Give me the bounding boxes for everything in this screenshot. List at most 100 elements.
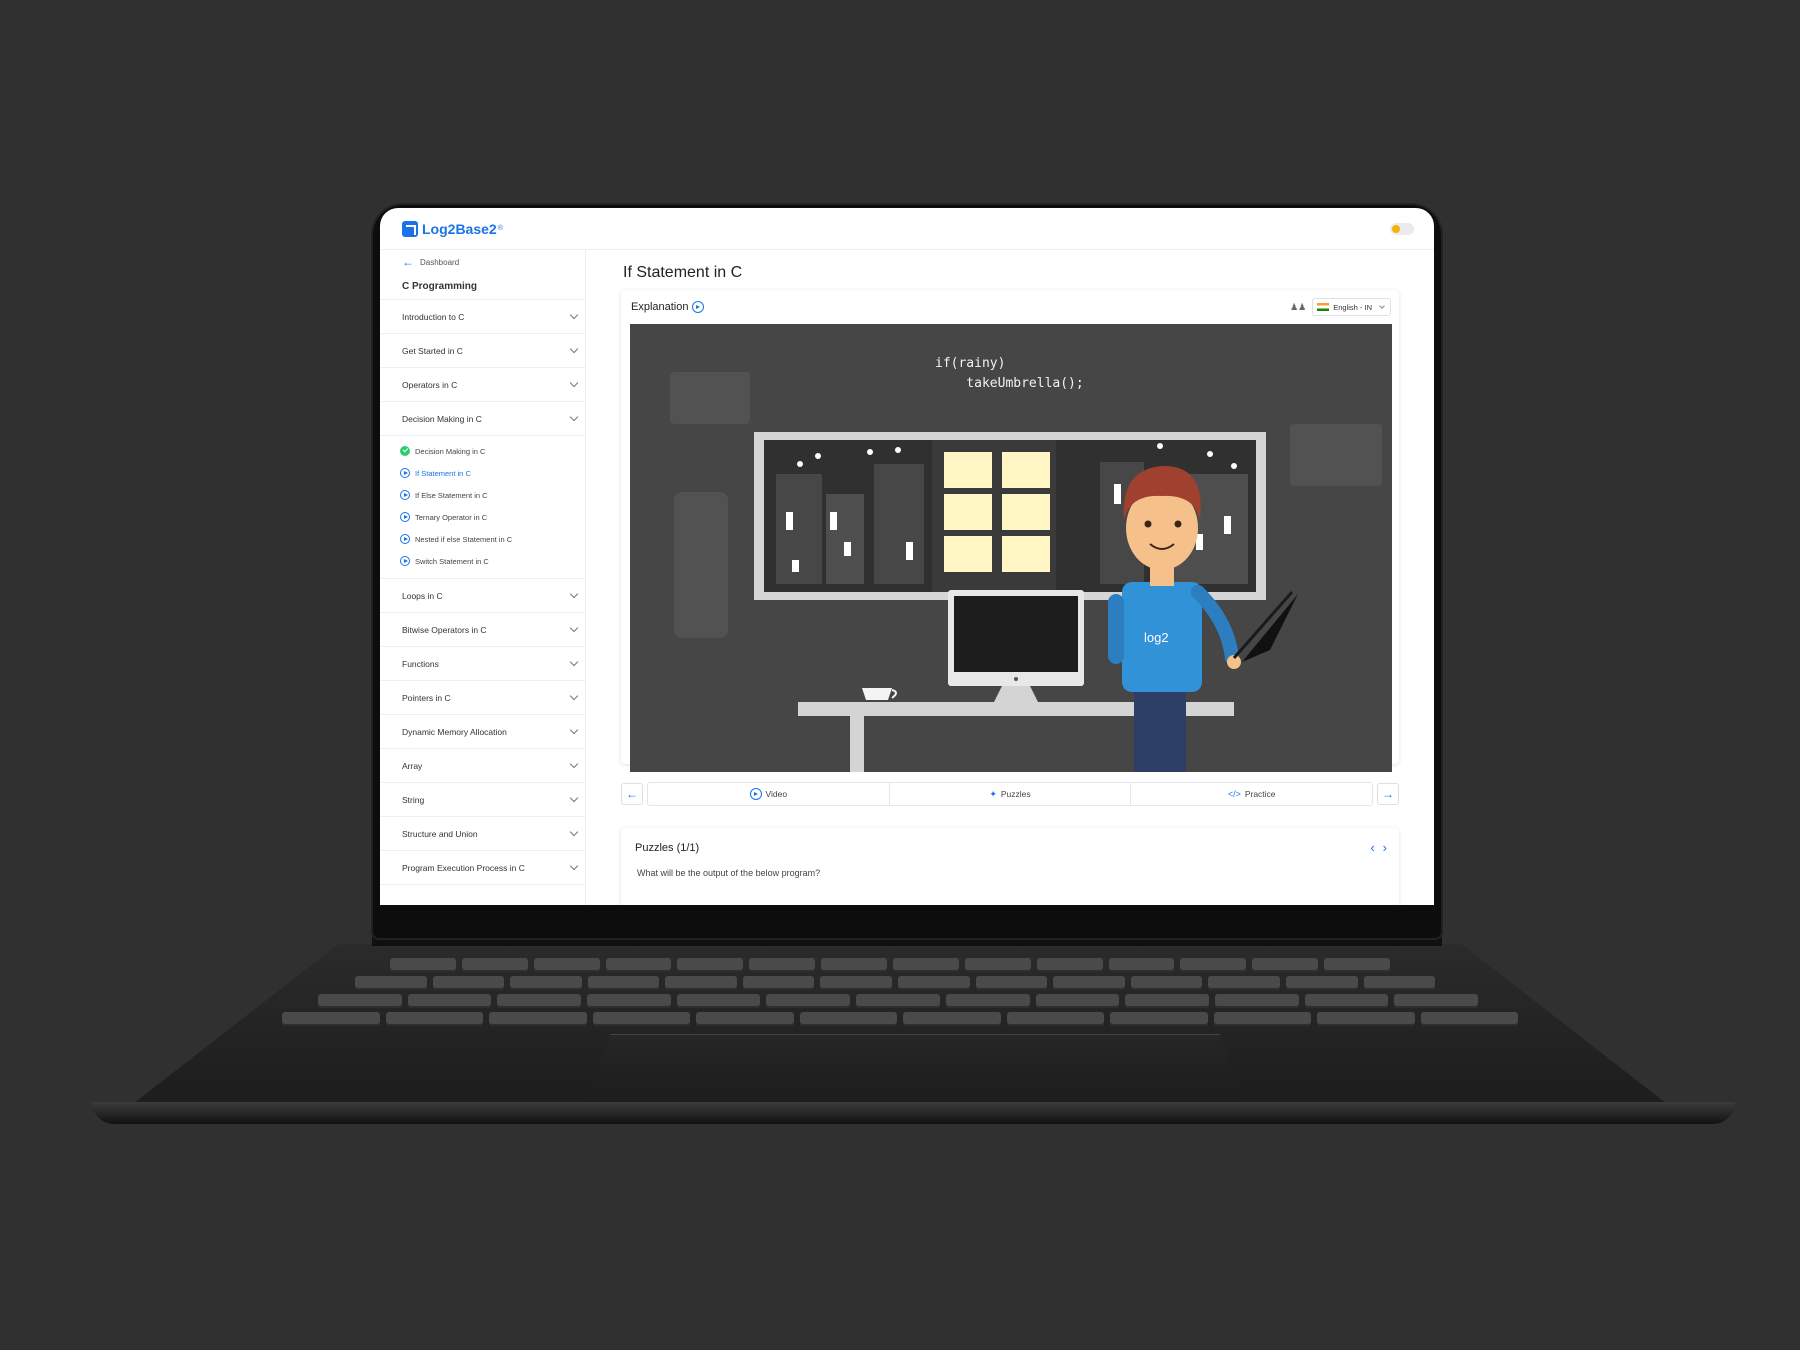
course-title: C Programming bbox=[380, 274, 585, 300]
character-eye bbox=[1174, 520, 1182, 528]
puzzle-pager: ‹ › bbox=[1370, 840, 1387, 855]
lesson-item[interactable]: Decision Making in C bbox=[380, 440, 585, 462]
code-icon: </> bbox=[1227, 789, 1241, 799]
wall-frame bbox=[1290, 424, 1382, 486]
star bbox=[797, 461, 803, 467]
lesson-label: Nested if else Statement in C bbox=[415, 534, 513, 544]
lesson-label: If Else Statement in C bbox=[415, 490, 488, 500]
sidebar-section-label: Loops in C bbox=[402, 590, 443, 601]
logo[interactable]: Log2Base2 bbox=[422, 221, 497, 237]
chevron-down-icon bbox=[569, 759, 579, 768]
desk-leg bbox=[850, 716, 864, 772]
lesson-item[interactable]: Switch Statement in C bbox=[380, 550, 585, 572]
lesson-label: Switch Statement in C bbox=[415, 556, 489, 566]
lesson-item[interactable]: If Else Statement in C bbox=[380, 484, 585, 506]
lit-window bbox=[786, 512, 793, 530]
sidebar-section[interactable]: Array bbox=[380, 749, 585, 783]
lit-window bbox=[1224, 516, 1231, 534]
monitor-screen bbox=[954, 596, 1078, 672]
chevron-right-icon[interactable]: › bbox=[1383, 840, 1387, 855]
chevron-down-icon bbox=[569, 657, 579, 666]
tab-video[interactable]: Video bbox=[648, 783, 890, 805]
character-eye bbox=[1144, 520, 1152, 528]
monitor-stand bbox=[994, 686, 1038, 702]
lesson-item[interactable]: Nested if else Statement in C bbox=[380, 528, 585, 550]
top-bar: Log2Base2 ® bbox=[380, 208, 1434, 250]
puzzle-icon: ✦ bbox=[989, 788, 997, 799]
tab-puzzles[interactable]: ✦ Puzzles bbox=[890, 783, 1132, 805]
lit-window bbox=[944, 452, 992, 488]
lit-window bbox=[1002, 494, 1050, 530]
people-icon[interactable]: ♟♟ bbox=[1290, 302, 1306, 313]
star bbox=[1157, 443, 1163, 449]
sidebar-section-label: Get Started in C bbox=[402, 345, 463, 356]
sidebar-section-label: Structure and Union bbox=[402, 828, 478, 839]
chevron-down-icon bbox=[569, 861, 579, 870]
check-circle-icon bbox=[400, 446, 410, 456]
sidebar-subitems: Decision Making in C If Statement in C I… bbox=[380, 436, 585, 579]
sidebar-section-expanded[interactable]: Decision Making in C bbox=[380, 402, 585, 436]
lit-window bbox=[792, 560, 799, 572]
cup-handle bbox=[891, 689, 897, 699]
chevron-down-icon bbox=[569, 725, 579, 734]
character-arm-right bbox=[1191, 585, 1239, 665]
language-select[interactable]: English - IN bbox=[1312, 298, 1391, 316]
lit-window bbox=[830, 512, 837, 530]
chevron-down-icon bbox=[569, 691, 579, 700]
sidebar-section[interactable]: String bbox=[380, 783, 585, 817]
play-circle-icon bbox=[400, 468, 410, 478]
star bbox=[895, 447, 901, 453]
code-line: if(rainy) bbox=[935, 356, 1006, 371]
video-player[interactable]: log2 if(rainy) takeUmbrella(); bbox=[630, 324, 1392, 772]
india-flag-icon bbox=[1317, 303, 1330, 311]
next-lesson-button[interactable]: → bbox=[1377, 783, 1399, 805]
play-circle-icon bbox=[749, 788, 762, 800]
keyboard-row bbox=[318, 994, 1478, 1008]
sun-icon bbox=[1392, 225, 1400, 233]
wall-frame bbox=[670, 372, 750, 424]
theme-toggle[interactable] bbox=[1390, 223, 1414, 235]
chevron-down-icon bbox=[569, 310, 579, 319]
sidebar-section[interactable]: Introduction to C bbox=[380, 300, 585, 334]
play-circle-icon bbox=[400, 534, 410, 544]
logo-icon bbox=[402, 220, 418, 237]
sidebar-section[interactable]: Functions bbox=[380, 647, 585, 681]
building bbox=[826, 494, 864, 584]
tab-practice[interactable]: </> Practice bbox=[1131, 783, 1372, 805]
sidebar-section-label: Introduction to C bbox=[402, 311, 465, 322]
back-to-dashboard-link[interactable]: ← Dashboard bbox=[380, 250, 585, 274]
logo-registered-mark: ® bbox=[497, 225, 503, 232]
play-circle-icon bbox=[400, 556, 410, 566]
sidebar-section[interactable]: Structure and Union bbox=[380, 817, 585, 851]
lesson-tabs: Video ✦ Puzzles </> Practice bbox=[647, 782, 1373, 806]
sidebar-section-label: String bbox=[402, 794, 425, 805]
wall-panel bbox=[674, 492, 728, 638]
play-circle-icon[interactable] bbox=[691, 301, 704, 313]
explanation-card: Explanation ♟♟ English - IN log2 if(rain… bbox=[621, 290, 1399, 772]
star bbox=[1231, 463, 1237, 469]
keyboard-row bbox=[390, 958, 1391, 972]
lit-window bbox=[844, 542, 851, 556]
back-link-label: Dashboard bbox=[420, 257, 460, 267]
chevron-left-icon[interactable]: ‹ bbox=[1370, 840, 1374, 855]
sidebar-section[interactable]: Program Execution Process in C bbox=[380, 851, 585, 885]
puzzles-title: Puzzles (1/1) bbox=[635, 842, 700, 854]
sidebar-section[interactable]: Dynamic Memory Allocation bbox=[380, 715, 585, 749]
sidebar-section[interactable]: Bitwise Operators in C bbox=[380, 613, 585, 647]
tab-label: Practice bbox=[1244, 789, 1276, 799]
lesson-label: Decision Making in C bbox=[415, 446, 486, 456]
previous-lesson-button[interactable]: ← bbox=[621, 783, 643, 805]
sidebar-section[interactable]: Pointers in C bbox=[380, 681, 585, 715]
building bbox=[874, 464, 924, 584]
lesson-item[interactable]: Ternary Operator in C bbox=[380, 506, 585, 528]
sidebar-section[interactable]: Get Started in C bbox=[380, 334, 585, 368]
lesson-item-active[interactable]: If Statement in C bbox=[380, 462, 585, 484]
sidebar-section-label: Operators in C bbox=[402, 379, 458, 390]
chevron-down-icon bbox=[569, 412, 579, 421]
sidebar-section-label: Program Execution Process in C bbox=[402, 862, 525, 873]
sidebar-section[interactable]: Operators in C bbox=[380, 368, 585, 402]
sidebar-section[interactable]: Loops in C bbox=[380, 579, 585, 613]
chevron-down-icon bbox=[569, 378, 579, 387]
sidebar-section-label: Bitwise Operators in C bbox=[402, 624, 487, 635]
sidebar-section-label: Functions bbox=[402, 658, 439, 669]
